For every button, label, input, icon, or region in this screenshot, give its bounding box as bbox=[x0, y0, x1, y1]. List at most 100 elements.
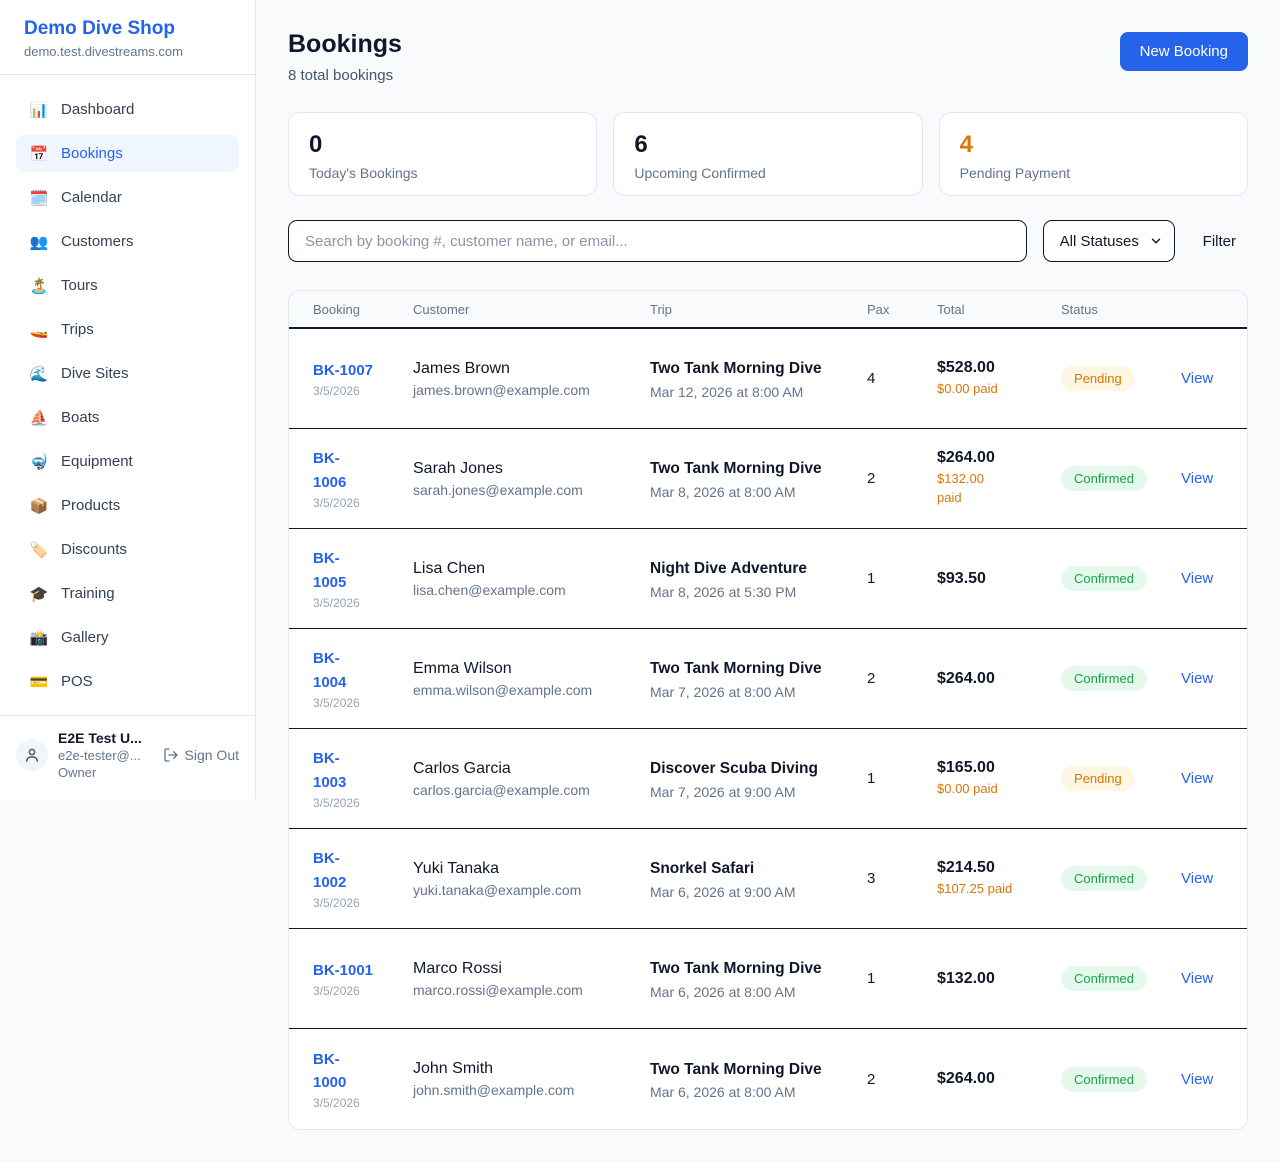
sidebar-item-tours[interactable]: 🏝️ Tours bbox=[16, 267, 239, 304]
booking-number-link[interactable]: BK- 1006 bbox=[313, 447, 401, 494]
trip-name: Two Tank Morning Dive bbox=[650, 357, 825, 380]
sidebar-item-label: Trips bbox=[61, 321, 94, 338]
amount-paid: $132.00 paid bbox=[937, 470, 1049, 508]
view-link[interactable]: View bbox=[1181, 670, 1213, 687]
customer-email: james.brown@example.com bbox=[413, 382, 638, 398]
customer-name: James Brown bbox=[413, 360, 638, 378]
wave-icon: 🌊 bbox=[29, 365, 49, 383]
pax-count: 4 bbox=[867, 370, 937, 387]
status-badge: Pending bbox=[1061, 366, 1135, 391]
brand: Demo Dive Shop demo.test.divestreams.com bbox=[0, 0, 255, 75]
sign-out-label: Sign Out bbox=[185, 747, 239, 763]
filter-button[interactable]: Filter bbox=[1191, 225, 1248, 258]
column-header-total: Total bbox=[937, 302, 1061, 317]
stat-value: 0 bbox=[309, 131, 576, 159]
table-row: BK-1007 3/5/2026 James Brown james.brown… bbox=[289, 329, 1247, 429]
bookings-table: BookingCustomerTripPaxTotalStatus BK-100… bbox=[288, 290, 1248, 1130]
booking-number-link[interactable]: BK-1001 bbox=[313, 959, 401, 982]
sidebar-item-gallery[interactable]: 📸 Gallery bbox=[16, 619, 239, 656]
sailboat-icon: ⛵ bbox=[29, 409, 49, 427]
booking-date: 3/5/2026 bbox=[313, 384, 401, 398]
trip-name: Two Tank Morning Dive bbox=[650, 1058, 825, 1081]
sidebar-item-label: Equipment bbox=[61, 453, 133, 470]
view-link[interactable]: View bbox=[1181, 370, 1213, 387]
sidebar-item-dive-sites[interactable]: 🌊 Dive Sites bbox=[16, 355, 239, 392]
sidebar-item-discounts[interactable]: 🏷️ Discounts bbox=[16, 531, 239, 568]
user-email: e2e-tester@... bbox=[58, 748, 153, 763]
stat-card: 0 Today's Bookings bbox=[288, 112, 597, 196]
customer-name: Marco Rossi bbox=[413, 960, 638, 978]
page-subtitle: 8 total bookings bbox=[288, 67, 402, 84]
sidebar-item-dashboard[interactable]: 📊 Dashboard bbox=[16, 91, 239, 128]
user-role: Owner bbox=[58, 765, 153, 780]
view-link[interactable]: View bbox=[1181, 470, 1213, 487]
customer-email: carlos.garcia@example.com bbox=[413, 782, 638, 798]
customer-name: John Smith bbox=[413, 1060, 638, 1078]
new-booking-button[interactable]: New Booking bbox=[1120, 32, 1248, 71]
sidebar-item-trips[interactable]: 🚤 Trips bbox=[16, 311, 239, 348]
booking-number-link[interactable]: BK- 1000 bbox=[313, 1048, 401, 1095]
booking-number-link[interactable]: BK-1007 bbox=[313, 359, 401, 382]
sidebar-item-label: Boats bbox=[61, 409, 99, 426]
booking-date: 3/5/2026 bbox=[313, 1096, 401, 1110]
table-header-row: BookingCustomerTripPaxTotalStatus bbox=[289, 291, 1247, 329]
status-select[interactable]: All Statuses bbox=[1043, 220, 1175, 262]
booking-date: 3/5/2026 bbox=[313, 896, 401, 910]
sidebar-item-label: Bookings bbox=[61, 145, 123, 162]
camera-icon: 📸 bbox=[29, 629, 49, 647]
sidebar-item-pos[interactable]: 💳 POS bbox=[16, 663, 239, 700]
search-input[interactable] bbox=[288, 220, 1027, 262]
customer-name: Emma Wilson bbox=[413, 660, 638, 678]
booking-number-link[interactable]: BK- 1004 bbox=[313, 647, 401, 694]
customer-name: Lisa Chen bbox=[413, 560, 638, 578]
sidebar-item-label: Dive Sites bbox=[61, 365, 129, 382]
status-badge: Confirmed bbox=[1061, 666, 1147, 691]
credit-card-icon: 💳 bbox=[29, 673, 49, 691]
sidebar-item-calendar[interactable]: 🗓️ Calendar bbox=[16, 179, 239, 216]
sidebar-item-products[interactable]: 📦 Products bbox=[16, 487, 239, 524]
view-link[interactable]: View bbox=[1181, 970, 1213, 987]
pax-count: 1 bbox=[867, 770, 937, 787]
booking-number-link[interactable]: BK- 1002 bbox=[313, 847, 401, 894]
main-content: Bookings 8 total bookings New Booking 0 … bbox=[256, 0, 1280, 1160]
avatar bbox=[16, 739, 48, 771]
sidebar-item-label: POS bbox=[61, 673, 93, 690]
sign-out-button[interactable]: Sign Out bbox=[163, 747, 239, 763]
view-link[interactable]: View bbox=[1181, 1071, 1213, 1088]
sidebar-item-bookings[interactable]: 📅 Bookings bbox=[16, 135, 239, 172]
trip-datetime: Mar 7, 2026 at 9:00 AM bbox=[650, 784, 855, 800]
package-icon: 📦 bbox=[29, 497, 49, 515]
pax-count: 2 bbox=[867, 470, 937, 487]
view-link[interactable]: View bbox=[1181, 770, 1213, 787]
trip-datetime: Mar 6, 2026 at 8:00 AM bbox=[650, 1084, 855, 1100]
booking-number-link[interactable]: BK- 1003 bbox=[313, 747, 401, 794]
column-header-booking: Booking bbox=[313, 302, 413, 317]
sidebar-item-boats[interactable]: ⛵ Boats bbox=[16, 399, 239, 436]
total-amount: $528.00 bbox=[937, 359, 1049, 377]
booking-number-link[interactable]: BK- 1005 bbox=[313, 547, 401, 594]
trip-datetime: Mar 12, 2026 at 8:00 AM bbox=[650, 384, 855, 400]
sidebar-item-label: Customers bbox=[61, 233, 134, 250]
calendar-date-icon: 📅 bbox=[29, 145, 49, 163]
sidebar-item-label: Discounts bbox=[61, 541, 127, 558]
graduation-cap-icon: 🎓 bbox=[29, 585, 49, 603]
table-row: BK- 1005 3/5/2026 Lisa Chen lisa.chen@ex… bbox=[289, 529, 1247, 629]
brand-name: Demo Dive Shop bbox=[24, 18, 231, 40]
stat-value: 6 bbox=[634, 131, 901, 159]
diving-mask-icon: 🤿 bbox=[29, 453, 49, 471]
view-link[interactable]: View bbox=[1181, 570, 1213, 587]
page-header: Bookings 8 total bookings New Booking bbox=[288, 30, 1248, 84]
total-amount: $264.00 bbox=[937, 670, 1049, 688]
view-link[interactable]: View bbox=[1181, 870, 1213, 887]
sidebar-item-equipment[interactable]: 🤿 Equipment bbox=[16, 443, 239, 480]
user-name: E2E Test U... bbox=[58, 730, 153, 746]
person-icon bbox=[23, 746, 41, 764]
sidebar-item-training[interactable]: 🎓 Training bbox=[16, 575, 239, 612]
table-row: BK- 1002 3/5/2026 Yuki Tanaka yuki.tanak… bbox=[289, 829, 1247, 929]
sidebar-item-customers[interactable]: 👥 Customers bbox=[16, 223, 239, 260]
stat-value: 4 bbox=[960, 131, 1227, 159]
amount-paid: $107.25 paid bbox=[937, 880, 1049, 899]
sidebar-nav: 📊 Dashboard 📅 Bookings 🗓️ Calendar 👥 Cus… bbox=[0, 75, 255, 715]
customer-name: Carlos Garcia bbox=[413, 760, 638, 778]
customer-name: Sarah Jones bbox=[413, 460, 638, 478]
